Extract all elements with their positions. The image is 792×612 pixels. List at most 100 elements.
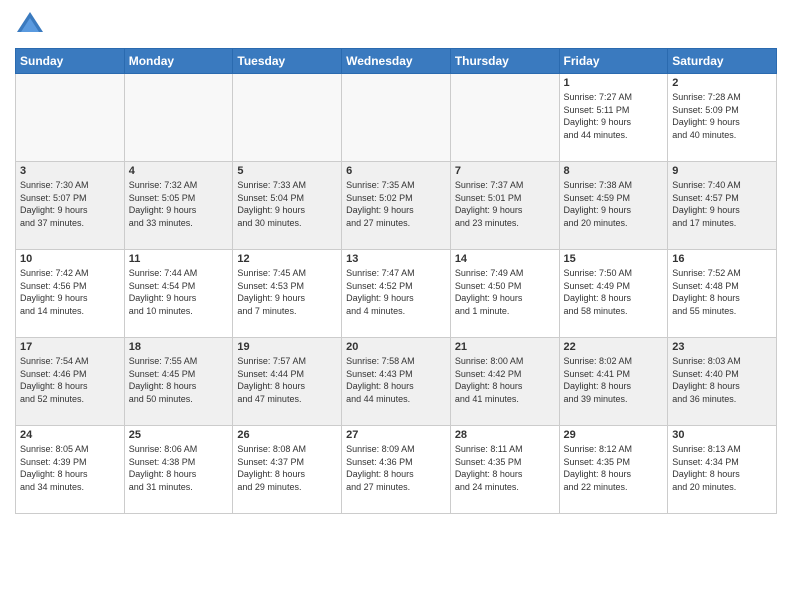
- calendar-cell: 23Sunrise: 8:03 AM Sunset: 4:40 PM Dayli…: [668, 338, 777, 426]
- day-number: 25: [129, 429, 229, 441]
- day-info: Sunrise: 7:42 AM Sunset: 4:56 PM Dayligh…: [20, 267, 120, 317]
- calendar-cell: 6 Sunrise: 7:35 AM Sunset: 5:02 PM Daylig…: [342, 162, 451, 250]
- calendar-cell: [233, 74, 342, 162]
- day-info: Sunrise: 8:12 AM Sunset: 4:35 PM Dayligh…: [564, 443, 664, 493]
- day-info: Sunrise: 7:40 AM Sunset: 4:57 PM Dayligh…: [672, 179, 772, 229]
- calendar-cell: 4 Sunrise: 7:32 AM Sunset: 5:05 PM Daylig…: [124, 162, 233, 250]
- day-number: 10: [20, 253, 120, 265]
- day-info: Sunrise: 7:45 AM Sunset: 4:53 PM Dayligh…: [237, 267, 337, 317]
- day-number: 6: [346, 165, 446, 177]
- calendar-cell: 25 Sunrise: 8:06 AM Sunset: 4:38 PM Dayli…: [124, 426, 233, 514]
- day-info: Sunrise: 7:28 AM Sunset: 5:09 PM Dayligh…: [672, 91, 772, 141]
- day-number: 3: [20, 165, 120, 177]
- calendar-cell: 21 Sunrise: 8:00 AM Sunset: 4:42 PM Dayli…: [450, 338, 559, 426]
- day-info: Sunrise: 8:11 AM Sunset: 4:35 PM Dayligh…: [455, 443, 555, 493]
- day-info: Sunrise: 8:00 AM Sunset: 4:42 PM Dayligh…: [455, 355, 555, 405]
- calendar-cell: 26 Sunrise: 8:08 AM Sunset: 4:37 PM Dayli…: [233, 426, 342, 514]
- calendar-day-header: Friday: [559, 49, 668, 74]
- calendar-day-header: Monday: [124, 49, 233, 74]
- calendar-day-header: Tuesday: [233, 49, 342, 74]
- day-number: 9: [672, 165, 772, 177]
- day-info: Sunrise: 8:09 AM Sunset: 4:36 PM Dayligh…: [346, 443, 446, 493]
- day-number: 19: [237, 341, 337, 353]
- day-number: 20: [346, 341, 446, 353]
- calendar-cell: 29 Sunrise: 8:12 AM Sunset: 4:35 PM Dayli…: [559, 426, 668, 514]
- day-number: 11: [129, 253, 229, 265]
- day-number: 27: [346, 429, 446, 441]
- calendar-cell: [450, 74, 559, 162]
- day-number: 21: [455, 341, 555, 353]
- calendar-cell: 8 Sunrise: 7:38 AM Sunset: 4:59 PM Daylig…: [559, 162, 668, 250]
- day-info: Sunrise: 7:49 AM Sunset: 4:50 PM Dayligh…: [455, 267, 555, 317]
- day-info: Sunrise: 7:35 AM Sunset: 5:02 PM Dayligh…: [346, 179, 446, 229]
- calendar-header-row: SundayMondayTuesdayWednesdayThursdayFrid…: [16, 49, 777, 74]
- calendar-cell: 14 Sunrise: 7:49 AM Sunset: 4:50 PM Dayli…: [450, 250, 559, 338]
- calendar-day-header: Thursday: [450, 49, 559, 74]
- calendar-day-header: Saturday: [668, 49, 777, 74]
- day-info: Sunrise: 8:05 AM Sunset: 4:39 PM Dayligh…: [20, 443, 120, 493]
- day-info: Sunrise: 7:54 AM Sunset: 4:46 PM Dayligh…: [20, 355, 120, 405]
- day-number: 15: [564, 253, 664, 265]
- logo-icon: [15, 10, 45, 40]
- day-info: Sunrise: 7:52 AM Sunset: 4:48 PM Dayligh…: [672, 267, 772, 317]
- calendar-cell: 3 Sunrise: 7:30 AM Sunset: 5:07 PM Daylig…: [16, 162, 125, 250]
- day-info: Sunrise: 8:13 AM Sunset: 4:34 PM Dayligh…: [672, 443, 772, 493]
- day-info: Sunrise: 8:06 AM Sunset: 4:38 PM Dayligh…: [129, 443, 229, 493]
- calendar-cell: 12 Sunrise: 7:45 AM Sunset: 4:53 PM Dayli…: [233, 250, 342, 338]
- day-info: Sunrise: 7:57 AM Sunset: 4:44 PM Dayligh…: [237, 355, 337, 405]
- day-info: Sunrise: 8:08 AM Sunset: 4:37 PM Dayligh…: [237, 443, 337, 493]
- calendar-cell: 28 Sunrise: 8:11 AM Sunset: 4:35 PM Dayli…: [450, 426, 559, 514]
- day-number: 13: [346, 253, 446, 265]
- day-info: Sunrise: 7:47 AM Sunset: 4:52 PM Dayligh…: [346, 267, 446, 317]
- calendar-cell: 2 Sunrise: 7:28 AM Sunset: 5:09 PM Daylig…: [668, 74, 777, 162]
- day-number: 28: [455, 429, 555, 441]
- day-number: 1: [564, 77, 664, 89]
- day-number: 4: [129, 165, 229, 177]
- day-number: 2: [672, 77, 772, 89]
- day-info: Sunrise: 7:27 AM Sunset: 5:11 PM Dayligh…: [564, 91, 664, 141]
- calendar-cell: 5Sunrise: 7:33 AM Sunset: 5:04 PM Daylig…: [233, 162, 342, 250]
- calendar-week-row: 1 Sunrise: 7:27 AM Sunset: 5:11 PM Daylig…: [16, 74, 777, 162]
- day-info: Sunrise: 7:55 AM Sunset: 4:45 PM Dayligh…: [129, 355, 229, 405]
- day-info: Sunrise: 7:38 AM Sunset: 4:59 PM Dayligh…: [564, 179, 664, 229]
- calendar-day-header: Sunday: [16, 49, 125, 74]
- day-number: 26: [237, 429, 337, 441]
- day-number: 14: [455, 253, 555, 265]
- day-info: Sunrise: 7:37 AM Sunset: 5:01 PM Dayligh…: [455, 179, 555, 229]
- day-info: Sunrise: 7:30 AM Sunset: 5:07 PM Dayligh…: [20, 179, 120, 229]
- day-number: 16: [672, 253, 772, 265]
- day-number: 12: [237, 253, 337, 265]
- calendar-cell: 1 Sunrise: 7:27 AM Sunset: 5:11 PM Daylig…: [559, 74, 668, 162]
- day-number: 8: [564, 165, 664, 177]
- calendar-day-header: Wednesday: [342, 49, 451, 74]
- calendar-cell: 27 Sunrise: 8:09 AM Sunset: 4:36 PM Dayli…: [342, 426, 451, 514]
- day-info: Sunrise: 7:32 AM Sunset: 5:05 PM Dayligh…: [129, 179, 229, 229]
- day-number: 30: [672, 429, 772, 441]
- calendar-table: SundayMondayTuesdayWednesdayThursdayFrid…: [15, 48, 777, 514]
- day-number: 24: [20, 429, 120, 441]
- calendar-cell: 16 Sunrise: 7:52 AM Sunset: 4:48 PM Dayli…: [668, 250, 777, 338]
- day-number: 29: [564, 429, 664, 441]
- calendar-cell: [16, 74, 125, 162]
- day-number: 18: [129, 341, 229, 353]
- calendar-cell: 7Sunrise: 7:37 AM Sunset: 5:01 PM Daylig…: [450, 162, 559, 250]
- calendar-cell: 17Sunrise: 7:54 AM Sunset: 4:46 PM Dayli…: [16, 338, 125, 426]
- calendar-cell: 24 Sunrise: 8:05 AM Sunset: 4:39 PM Dayli…: [16, 426, 125, 514]
- calendar-cell: 20 Sunrise: 7:58 AM Sunset: 4:43 PM Dayli…: [342, 338, 451, 426]
- day-info: Sunrise: 8:02 AM Sunset: 4:41 PM Dayligh…: [564, 355, 664, 405]
- day-info: Sunrise: 8:03 AM Sunset: 4:40 PM Dayligh…: [672, 355, 772, 405]
- calendar-week-row: 17Sunrise: 7:54 AM Sunset: 4:46 PM Dayli…: [16, 338, 777, 426]
- calendar-cell: 15 Sunrise: 7:50 AM Sunset: 4:49 PM Dayli…: [559, 250, 668, 338]
- calendar-week-row: 10 Sunrise: 7:42 AM Sunset: 4:56 PM Dayli…: [16, 250, 777, 338]
- calendar-cell: 9 Sunrise: 7:40 AM Sunset: 4:57 PM Daylig…: [668, 162, 777, 250]
- logo: [15, 10, 49, 40]
- day-info: Sunrise: 7:44 AM Sunset: 4:54 PM Dayligh…: [129, 267, 229, 317]
- calendar-cell: 11 Sunrise: 7:44 AM Sunset: 4:54 PM Dayli…: [124, 250, 233, 338]
- day-info: Sunrise: 7:50 AM Sunset: 4:49 PM Dayligh…: [564, 267, 664, 317]
- calendar-cell: 30 Sunrise: 8:13 AM Sunset: 4:34 PM Dayli…: [668, 426, 777, 514]
- day-number: 5: [237, 165, 337, 177]
- day-info: Sunrise: 7:58 AM Sunset: 4:43 PM Dayligh…: [346, 355, 446, 405]
- day-number: 22: [564, 341, 664, 353]
- calendar-week-row: 3 Sunrise: 7:30 AM Sunset: 5:07 PM Daylig…: [16, 162, 777, 250]
- page: SundayMondayTuesdayWednesdayThursdayFrid…: [0, 0, 792, 612]
